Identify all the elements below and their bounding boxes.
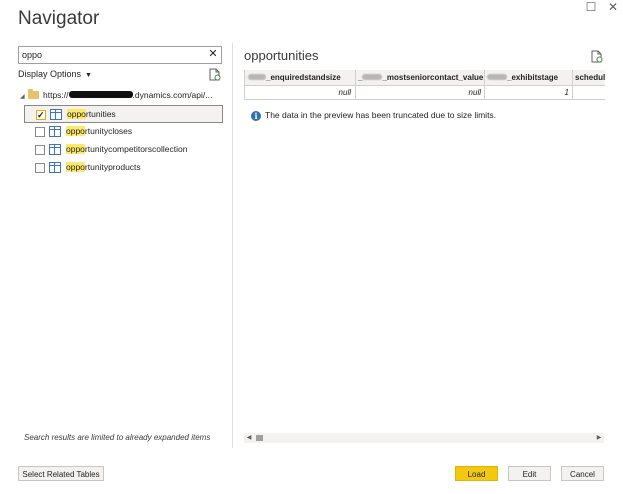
item-label: opportunitycloses bbox=[66, 123, 132, 139]
tree-root-suffix: .dynamics.com/api/... bbox=[132, 90, 213, 100]
preview-title: opportunities bbox=[244, 48, 319, 63]
search-highlight: oppo bbox=[66, 162, 85, 172]
column-header-label: _exhibitstage bbox=[507, 73, 559, 82]
close-button[interactable]: ✕ bbox=[605, 0, 621, 14]
search-input[interactable] bbox=[22, 47, 202, 63]
table-cell: null bbox=[245, 86, 356, 100]
item-label-rest: rtunitycloses bbox=[84, 126, 133, 136]
pane-divider[interactable] bbox=[232, 43, 233, 448]
search-box: ✕ bbox=[18, 46, 222, 64]
tree-root-prefix: https:// bbox=[43, 90, 69, 100]
column-header-label: _mostseniorcontact_value bbox=[382, 73, 484, 82]
blurred-prefix bbox=[362, 74, 383, 80]
item-checkbox[interactable] bbox=[35, 163, 45, 173]
truncation-info: i The data in the preview has been trunca… bbox=[251, 110, 496, 121]
search-highlight: oppo bbox=[66, 126, 85, 136]
scroll-thumb[interactable] bbox=[256, 435, 263, 441]
column-header[interactable]: schedul bbox=[573, 70, 605, 86]
table-cell: 1 bbox=[485, 86, 573, 100]
info-icon: i bbox=[251, 111, 261, 121]
table-icon bbox=[50, 109, 62, 120]
select-related-tables-button[interactable]: Select Related Tables bbox=[18, 466, 104, 481]
maximize-button[interactable]: ☐ bbox=[583, 0, 599, 14]
search-highlight: oppo bbox=[66, 144, 85, 154]
item-checkbox[interactable] bbox=[35, 127, 45, 137]
table-cell: null bbox=[356, 86, 485, 100]
preview-table: _enquiredstandsize _ _mostseniorcontact_v… bbox=[244, 70, 605, 100]
table-icon bbox=[49, 144, 61, 155]
column-header-label: schedul bbox=[575, 73, 605, 82]
tree-item-opportunities[interactable]: opportunities bbox=[24, 105, 223, 123]
item-checkbox[interactable] bbox=[35, 145, 45, 155]
item-label: opportunityproducts bbox=[66, 159, 141, 175]
item-label: opportunities bbox=[67, 106, 116, 122]
tree-item-opportunitycloses[interactable]: opportunitycloses bbox=[24, 123, 221, 139]
table-icon bbox=[49, 126, 61, 137]
clear-search-icon[interactable]: ✕ bbox=[205, 47, 221, 63]
refresh-preview-icon[interactable] bbox=[591, 50, 603, 63]
search-highlight: oppo bbox=[67, 109, 86, 119]
column-header[interactable]: _enquiredstandsize bbox=[245, 70, 356, 86]
item-label-rest: rtunityproducts bbox=[84, 162, 141, 172]
window-title: Navigator bbox=[18, 8, 100, 29]
tree-item-opportunitycompetitorscollection[interactable]: opportunitycompetitorscollection bbox=[24, 141, 221, 157]
search-limit-note: Search results are limited to already ex… bbox=[24, 433, 211, 442]
tree-item-opportunityproducts[interactable]: opportunityproducts bbox=[24, 159, 221, 175]
scroll-left-icon[interactable]: ◀ bbox=[244, 433, 254, 443]
refresh-icon[interactable] bbox=[209, 68, 221, 81]
blurred-prefix bbox=[248, 74, 266, 80]
column-header-label: _enquiredstandsize bbox=[266, 73, 341, 82]
blurred-prefix bbox=[487, 74, 507, 80]
display-options-label: Display Options bbox=[18, 69, 82, 79]
column-header[interactable]: _exhibitstage bbox=[485, 70, 573, 86]
horizontal-scrollbar[interactable]: ◀ ▶ bbox=[244, 433, 604, 443]
info-text: The data in the preview has been truncat… bbox=[265, 110, 497, 120]
chevron-down-icon: ▼ bbox=[85, 72, 92, 79]
folder-icon bbox=[28, 89, 39, 99]
tree-root-datasource[interactable]: ◢ https:// .dynamics.com/api/... bbox=[20, 89, 213, 100]
display-options-dropdown[interactable]: Display Options ▼ bbox=[18, 69, 92, 79]
redacted-block bbox=[68, 91, 133, 98]
item-label-rest: rtunities bbox=[85, 109, 116, 119]
scroll-right-icon[interactable]: ▶ bbox=[594, 433, 604, 443]
expand-arrow-icon[interactable]: ◢ bbox=[20, 93, 26, 100]
item-label-rest: rtunitycompetitorscollection bbox=[84, 144, 188, 154]
column-header[interactable]: _ _mostseniorcontact_value bbox=[356, 70, 485, 86]
cancel-button[interactable]: Cancel bbox=[561, 466, 604, 481]
item-checkbox[interactable] bbox=[36, 107, 46, 123]
table-icon bbox=[49, 162, 61, 173]
item-label: opportunitycompetitorscollection bbox=[66, 141, 187, 157]
edit-button[interactable]: Edit bbox=[508, 466, 551, 481]
table-cell bbox=[573, 86, 605, 100]
load-button[interactable]: Load bbox=[455, 466, 498, 481]
